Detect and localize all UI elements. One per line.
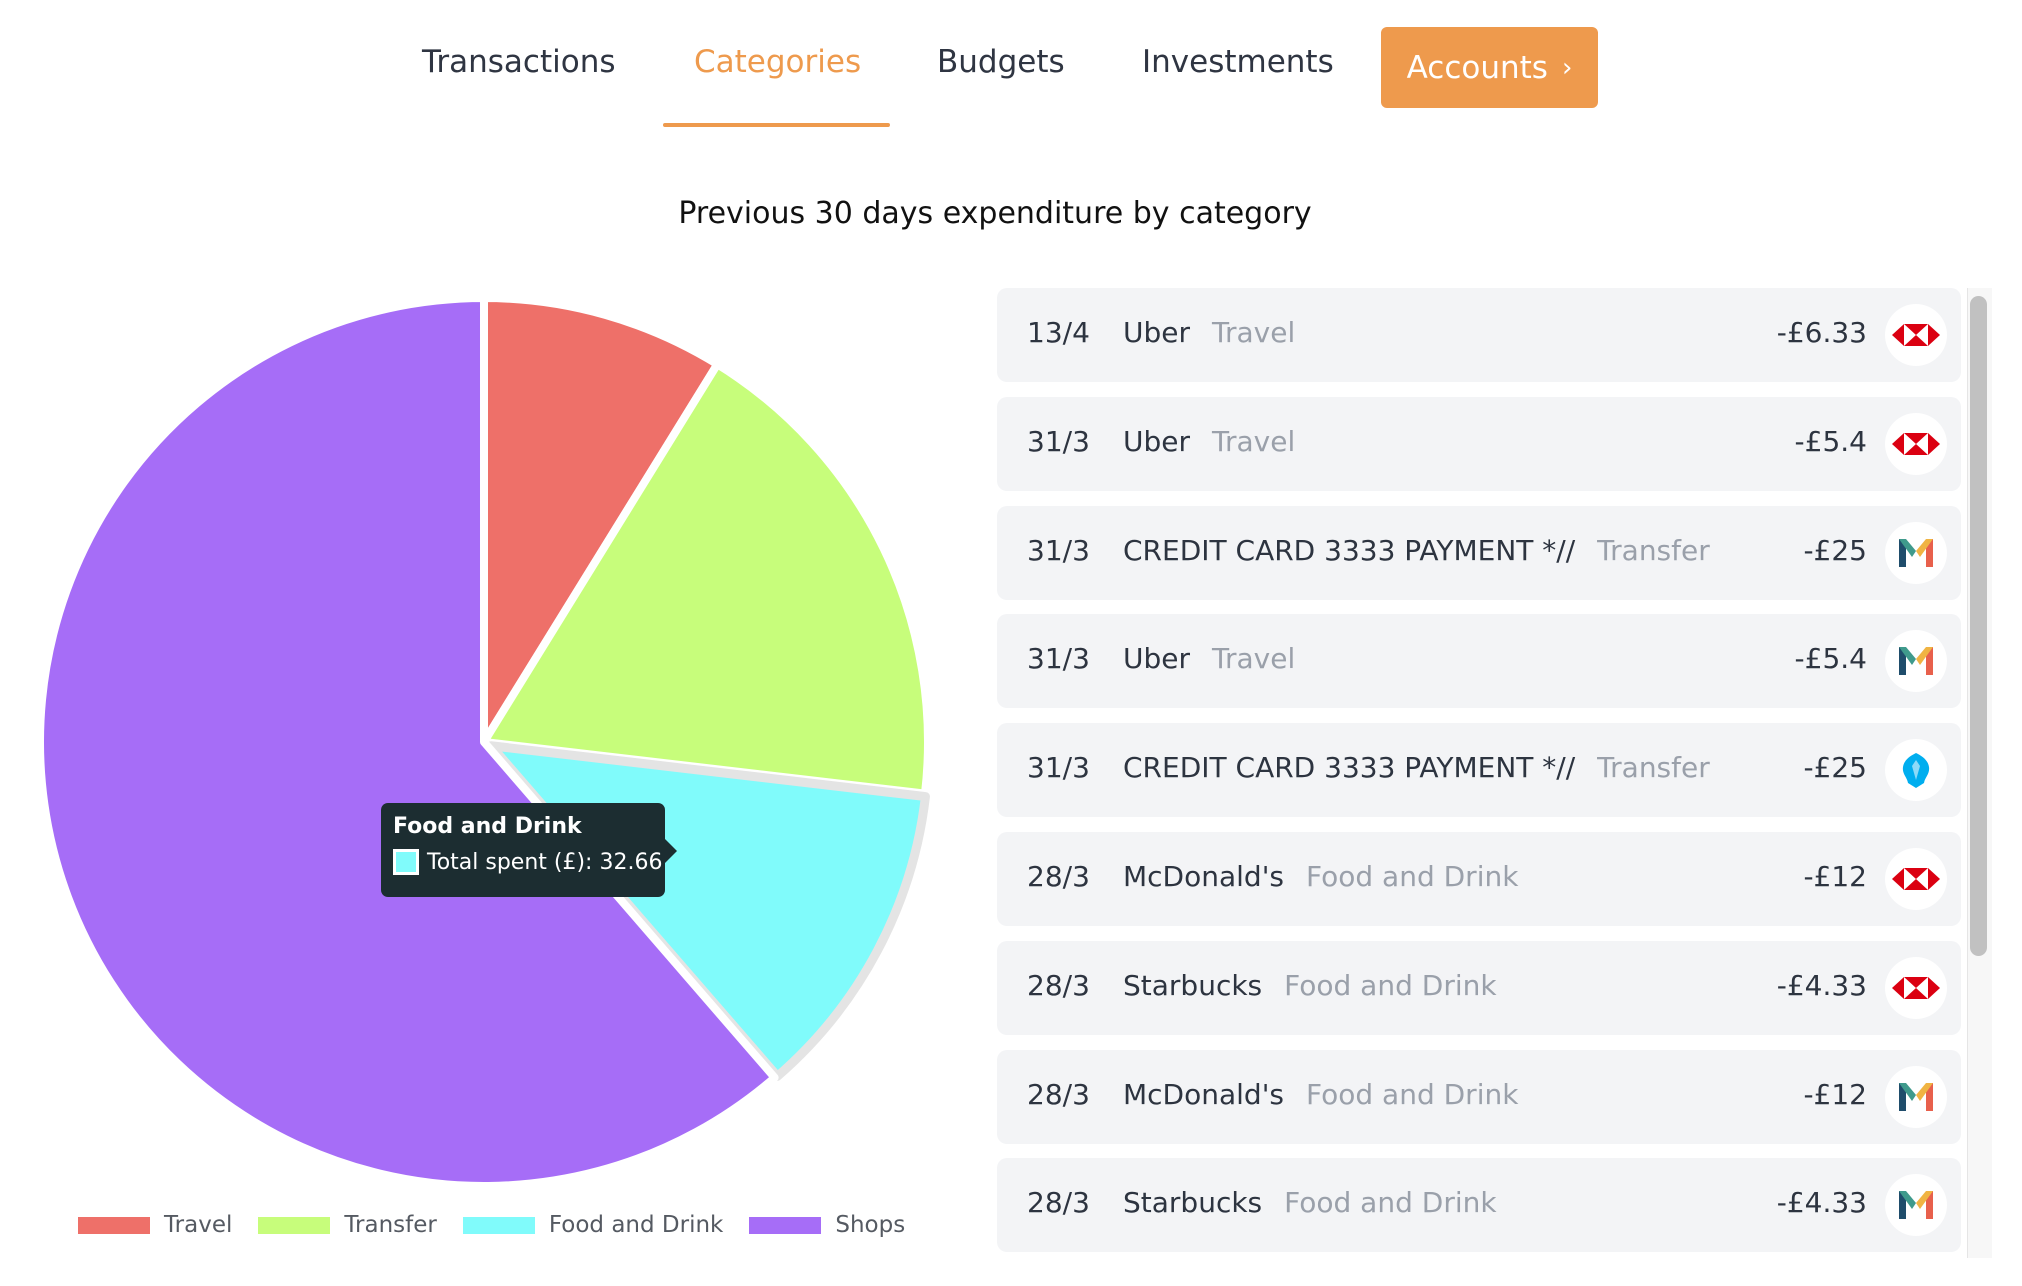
transaction-row[interactable]: 28/3 McDonald's Food and Drink -£12 (997, 1049, 1961, 1144)
transaction-date: 28/3 (1027, 1186, 1090, 1220)
hsbc-icon (1885, 412, 1947, 475)
legend-item[interactable]: Food and Drink (462, 1212, 724, 1238)
transaction-merchant: Uber Travel (1123, 316, 1295, 349)
transaction-category: Transfer (1597, 533, 1710, 567)
transaction-amount: -£6.33 (1776, 316, 1867, 349)
chevron-right-icon: › (1561, 52, 1573, 83)
transaction-category: Transfer (1597, 751, 1710, 785)
transaction-category: Travel (1212, 316, 1296, 349)
transaction-amount: -£25 (1803, 533, 1867, 567)
transaction-row[interactable]: 31/3 CREDIT CARD 3333 PAYMENT *// Transfer… (997, 505, 1961, 600)
transaction-row[interactable]: 28/3 Starbucks Food and Drink -£4.33 (997, 1158, 1961, 1253)
legend-swatch (462, 1216, 535, 1234)
merchant-name: Uber (1123, 642, 1191, 676)
legend-label: Transfer (344, 1212, 437, 1238)
hsbc-icon (1885, 956, 1947, 1019)
tooltip-value: Total spent (£): 32.66 (427, 849, 663, 875)
transaction-merchant: McDonald's Food and Drink (1123, 1078, 1518, 1111)
transaction-row[interactable]: 13/4 Uber Travel -£6.33 (997, 288, 1961, 382)
merchant-name: Uber (1123, 424, 1191, 458)
legend-swatch (749, 1216, 822, 1234)
transaction-category: Food and Drink (1306, 1077, 1519, 1111)
tooltip-title: Food and Drink (393, 814, 582, 839)
transaction-merchant: CREDIT CARD 3333 PAYMENT *// Transfer (1123, 751, 1710, 784)
monzo-icon (1885, 521, 1947, 584)
transaction-merchant: Uber Travel (1123, 642, 1295, 675)
transaction-date: 31/3 (1027, 642, 1090, 676)
transaction-merchant: McDonald's Food and Drink (1123, 860, 1518, 893)
merchant-name: Starbucks (1123, 1186, 1263, 1220)
legend-item[interactable]: Travel (78, 1212, 232, 1238)
transaction-amount: -£4.33 (1776, 968, 1867, 1002)
transaction-amount: -£12 (1803, 860, 1867, 893)
transaction-category: Travel (1212, 424, 1296, 458)
tooltip-swatch (393, 849, 419, 875)
merchant-name: McDonald's (1123, 860, 1284, 893)
top-nav: Transactions Categories Budgets Investme… (0, 0, 2022, 140)
transaction-row[interactable]: 31/3 CREDIT CARD 3333 PAYMENT *// Transfer… (997, 723, 1961, 818)
merchant-name: CREDIT CARD 3333 PAYMENT *// (1123, 751, 1576, 785)
transaction-row[interactable]: 31/3 Uber Travel -£5.4 (997, 396, 1961, 491)
legend-swatch (78, 1216, 150, 1234)
legend-label: Travel (164, 1212, 233, 1238)
transaction-amount: -£12 (1803, 1077, 1867, 1111)
transactions-list[interactable]: 13/4 Uber Travel -£6.33 31/3 Uber Travel -£5.4 3… (997, 288, 1961, 1258)
transaction-date: 28/3 (1027, 1077, 1090, 1111)
transaction-category: Food and Drink (1284, 1186, 1497, 1220)
transaction-amount: -£4.33 (1776, 1186, 1867, 1220)
transaction-row[interactable]: 28/3 McDonald's Food and Drink -£12 (997, 832, 1961, 926)
transaction-date: 31/3 (1027, 533, 1090, 567)
transaction-merchant: Starbucks Food and Drink (1123, 969, 1497, 1002)
legend-item[interactable]: Shops (749, 1212, 905, 1238)
tab-transactions[interactable]: Transactions (422, 44, 616, 80)
transaction-date: 13/4 (1027, 316, 1090, 349)
transaction-date: 31/3 (1027, 751, 1090, 785)
monzo-icon (1885, 630, 1947, 693)
tab-budgets[interactable]: Budgets (937, 44, 1065, 80)
legend-item[interactable]: Transfer (258, 1212, 437, 1238)
chart-tooltip: Food and Drink Total spent (£): 32.66 (381, 803, 677, 897)
transaction-merchant: CREDIT CARD 3333 PAYMENT *// Transfer (1123, 534, 1710, 567)
transaction-amount: -£25 (1803, 751, 1867, 785)
barclays-icon (1885, 739, 1947, 802)
hsbc-icon (1885, 848, 1947, 910)
active-tab-indicator (663, 123, 890, 127)
transaction-amount: -£5.4 (1794, 642, 1867, 676)
hsbc-icon (1885, 304, 1947, 366)
transaction-date: 28/3 (1027, 860, 1090, 893)
accounts-button[interactable]: Accounts › (1381, 27, 1598, 108)
legend-label: Shops (835, 1212, 906, 1238)
monzo-icon (1885, 1065, 1947, 1128)
transaction-row[interactable]: 31/3 Uber Travel -£5.4 (997, 614, 1961, 709)
transaction-date: 31/3 (1027, 424, 1090, 458)
chart-legend: Travel Transfer Food and Drink Shops (78, 1212, 931, 1238)
transaction-date: 28/3 (1027, 968, 1090, 1002)
pie-chart (36, 294, 932, 1190)
scrollbar-thumb[interactable] (1970, 296, 1987, 956)
merchant-name: Starbucks (1123, 968, 1263, 1002)
merchant-name: Uber (1123, 316, 1191, 349)
legend-swatch (258, 1216, 331, 1234)
monzo-icon (1885, 1174, 1947, 1237)
accounts-button-label: Accounts (1406, 49, 1548, 86)
transaction-merchant: Starbucks Food and Drink (1123, 1186, 1497, 1219)
transaction-row[interactable]: 28/3 Starbucks Food and Drink -£4.33 (997, 940, 1961, 1035)
tab-categories[interactable]: Categories (694, 44, 861, 80)
merchant-name: CREDIT CARD 3333 PAYMENT *// (1123, 533, 1576, 567)
transaction-merchant: Uber Travel (1123, 425, 1295, 458)
transaction-amount: -£5.4 (1794, 424, 1867, 458)
legend-label: Food and Drink (548, 1212, 724, 1238)
transaction-category: Food and Drink (1306, 860, 1519, 893)
tab-investments[interactable]: Investments (1142, 44, 1334, 80)
transaction-category: Food and Drink (1284, 968, 1497, 1002)
chart-title: Previous 30 days expenditure by category (678, 196, 1312, 231)
merchant-name: McDonald's (1123, 1077, 1284, 1111)
transaction-category: Travel (1212, 642, 1296, 676)
tooltip-row: Total spent (£): 32.66 (393, 849, 662, 875)
